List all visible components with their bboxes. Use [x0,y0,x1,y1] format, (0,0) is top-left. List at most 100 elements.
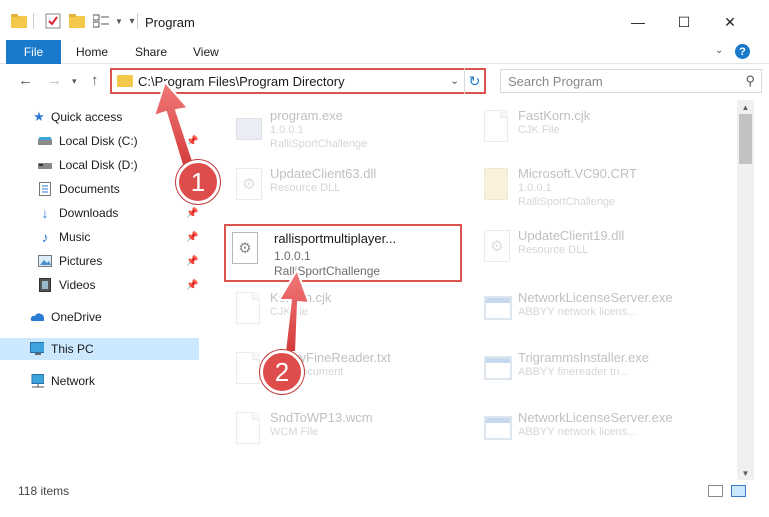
file-name: Korean.cjk [270,290,332,305]
chevron-down-icon[interactable]: ⌄ [450,74,459,87]
new-folder-icon[interactable] [68,12,86,30]
tab-share[interactable]: Share [135,45,167,59]
network-icon [30,374,44,388]
highlighted-file-item[interactable]: ⚙ rallisportmultiplayer... 1.0.0.1 Ralli… [224,224,462,282]
drive-icon [38,158,52,172]
sidebar-item-label: Local Disk (D:) [59,158,138,172]
file-description: ABBYY network licens... [518,306,637,318]
file-item[interactable]: program.exe 1.0.0.1 RalliSportChallenge [222,104,462,156]
sidebar-item-videos[interactable]: Videos 📌 [0,274,199,296]
sidebar-item-pictures[interactable]: Pictures 📌 [0,250,199,272]
back-arrow-icon[interactable]: ← [18,72,33,89]
sidebar-item-local-disk-c[interactable]: Local Disk (C:) 📌 [0,130,199,152]
pin-icon[interactable]: 📌 [186,256,198,267]
file-item[interactable]: ⚙ UpdateClient19.dll Resource DLL [470,224,710,276]
search-icon[interactable]: ⚲ [745,73,755,89]
search-input[interactable]: Search Program ⚲ [500,69,762,93]
sidebar-item-music[interactable]: ♪ Music 📌 [0,226,199,248]
recent-locations-icon[interactable]: ▾ [72,76,77,87]
drive-icon [38,134,52,148]
file-name: NetworkLicenseServer.exe [518,290,673,305]
file-item[interactable]: SndToWP13.wcm WCM File [222,406,462,458]
pictures-icon [38,254,52,268]
file-company: RalliSportChallenge [274,264,381,278]
sidebar-item-label: Documents [59,182,120,196]
scroll-up-icon[interactable]: ▲ [737,100,754,114]
forward-arrow-icon[interactable]: → [47,72,62,89]
up-arrow-icon[interactable]: ↑ [91,72,99,89]
step-1-badge: 1 [176,160,220,204]
sidebar-item-label: Videos [59,278,96,292]
file-name: Microsoft.VC90.CRT [518,166,637,181]
sidebar-item-label: Quick access [51,110,123,124]
view-options-icon[interactable] [92,12,110,30]
computer-icon [30,342,44,356]
help-button[interactable]: ? [735,44,750,59]
tab-home[interactable]: Home [76,45,108,59]
file-name: program.exe [270,108,343,123]
document-icon [236,292,262,326]
file-item[interactable]: Microsoft.VC90.CRT 1.0.0.1 RalliSportCha… [470,162,710,214]
file-item[interactable]: NetworkLicenseServer.exe ABBYY network l… [470,406,710,458]
scroll-down-icon[interactable]: ▼ [737,466,754,480]
close-button[interactable]: ✕ [707,8,753,36]
file-item[interactable]: NetworkLicenseServer.exe ABBYY network l… [470,286,710,338]
sidebar-item-local-disk-d[interactable]: Local Disk (D:) [0,154,199,176]
file-name: FastKorn.cjk [518,108,591,123]
file-type: CJK file [270,306,308,318]
refresh-icon[interactable]: ↻ [464,68,484,94]
search-placeholder: Search Program [508,74,603,89]
file-name: SndToWP13.wcm [270,410,373,425]
tab-view[interactable]: View [193,45,219,59]
documents-icon [38,182,52,196]
vertical-scrollbar[interactable]: ▲ ▼ [737,100,754,480]
file-type: Resource DLL [270,182,341,194]
file-description: ABBYY network licens... [518,426,637,438]
divider [137,13,138,29]
address-bar[interactable]: C:\Program Files\Program Directory ⌄ ↻ [110,68,486,94]
status-bar: 118 items [0,480,769,502]
music-icon: ♪ [41,229,49,245]
file-name: TrigrammsInstaller.exe [518,350,649,365]
folder-document-icon [484,168,510,202]
folder-icon[interactable] [10,12,28,30]
expand-ribbon-icon[interactable]: ⌄ [715,45,723,56]
address-path[interactable]: C:\Program Files\Program Directory [138,74,345,89]
step-2-badge: 2 [260,350,304,394]
file-item[interactable]: Korean.cjk CJK file [222,286,462,338]
sidebar-item-label: Downloads [59,206,119,220]
pin-icon[interactable]: 📌 [186,280,198,291]
sidebar-item-downloads[interactable]: ↓ Downloads 📌 [0,202,199,224]
file-item[interactable]: ⚙ UpdateClient63.dll Resource DLL [222,162,462,214]
ribbon: File Home Share View ⌄ ? [0,40,769,64]
app-icon [484,412,512,446]
folder-icon [117,75,133,87]
sidebar-item-onedrive[interactable]: OneDrive [0,306,199,328]
document-icon [236,412,262,446]
file-name: rallisportmultiplayer... [274,231,397,246]
customize-toolbar-icon[interactable]: ▾ [123,12,141,30]
pin-icon[interactable]: 📌 [186,232,198,243]
file-item[interactable]: FastKorn.cjk CJK File [470,104,710,156]
details-view-icon[interactable] [708,485,723,497]
sidebar-item-label: OneDrive [51,310,102,324]
pin-icon[interactable]: 📌 [186,136,198,147]
scroll-thumb[interactable] [739,114,752,164]
properties-icon[interactable] [44,12,62,30]
tab-file[interactable]: File [6,40,61,64]
exe-icon [236,110,262,144]
large-icons-view-icon[interactable] [731,485,746,497]
pin-icon[interactable]: 📌 [186,208,198,219]
minimize-button[interactable]: — [615,8,661,36]
document-icon [236,352,262,386]
sidebar-item-label: This PC [51,342,94,356]
sidebar-item-this-pc[interactable]: This PC [0,338,199,360]
file-item[interactable]: TrigrammsInstaller.exe ABBYY finereader … [470,346,710,398]
sidebar-item-quick-access[interactable]: ★ Quick access [0,106,199,128]
sidebar-item-documents[interactable]: Documents 📌 [0,178,199,200]
sidebar-item-network[interactable]: Network [0,370,199,392]
file-item[interactable]: AbbyyFineReader.txt Text Document [222,346,462,398]
divider [33,13,34,29]
maximize-button[interactable]: ☐ [661,8,707,36]
cloud-icon [30,310,44,324]
